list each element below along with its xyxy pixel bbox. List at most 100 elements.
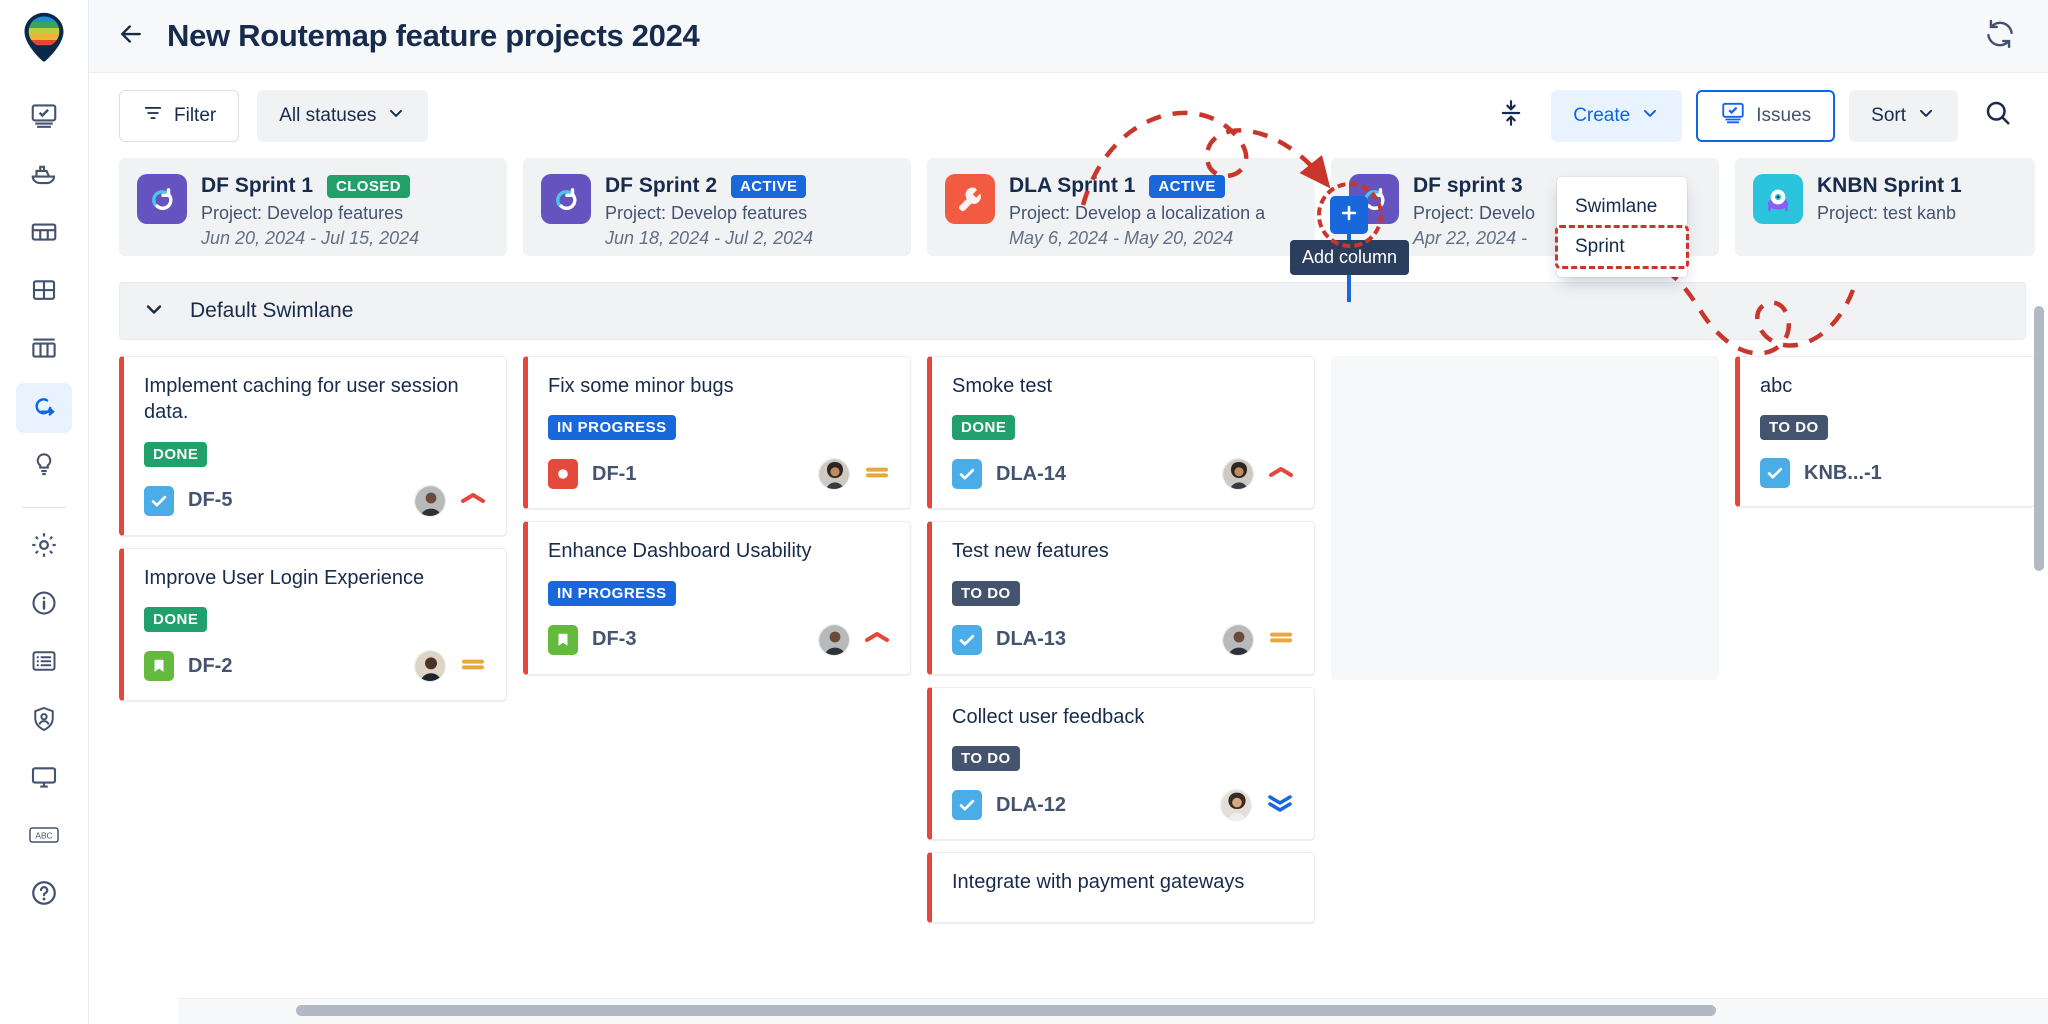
issue-card[interactable]: Test new features TO DO DLA-13 bbox=[927, 521, 1315, 674]
issue-card[interactable]: Implement caching for user session data.… bbox=[119, 356, 507, 536]
create-button[interactable]: Create bbox=[1551, 90, 1682, 142]
issue-meta bbox=[818, 458, 890, 490]
issue-card[interactable]: Enhance Dashboard Usability IN PROGRESS … bbox=[523, 521, 911, 674]
back-button[interactable] bbox=[111, 16, 151, 56]
sprint-dates: May 6, 2024 - May 20, 2024 bbox=[1009, 228, 1301, 249]
menu-item-swimlane[interactable]: Swimlane bbox=[1557, 187, 1687, 227]
sidebar-item-display[interactable] bbox=[16, 754, 72, 804]
sprint-loop-avatar bbox=[541, 174, 591, 224]
sidebar-item-columns[interactable] bbox=[16, 325, 72, 375]
sprint-header-card[interactable]: DLA Sprint 1 ACTIVE Project: Develop a l… bbox=[927, 158, 1315, 256]
bug-icon bbox=[548, 459, 578, 489]
issue-title: Smoke test bbox=[952, 373, 1294, 399]
avatar[interactable] bbox=[1220, 789, 1252, 821]
main-region: New Routemap feature projects 2024 bbox=[89, 0, 2048, 1024]
sprint-header-body: DLA Sprint 1 ACTIVE Project: Develop a l… bbox=[1009, 174, 1301, 249]
page-header: New Routemap feature projects 2024 bbox=[89, 0, 2048, 73]
sidebar-item-grid[interactable] bbox=[16, 209, 72, 259]
sidebar-item-ideas[interactable] bbox=[16, 441, 72, 491]
board-columns: Implement caching for user session data.… bbox=[89, 340, 2048, 680]
svg-text:ABC: ABC bbox=[35, 830, 52, 840]
refresh-button[interactable] bbox=[1978, 14, 2022, 58]
issue-title: Collect user feedback bbox=[952, 704, 1294, 730]
abc-icon: ABC bbox=[28, 822, 60, 853]
avatar[interactable] bbox=[818, 624, 850, 656]
avatar[interactable] bbox=[414, 650, 446, 682]
status-filter-label: All statuses bbox=[279, 105, 376, 127]
swimlane-header[interactable]: Default Swimlane bbox=[119, 282, 2026, 340]
priority-medium-icon bbox=[864, 463, 890, 486]
sprint-header-card[interactable]: DF Sprint 1 CLOSED Project: Develop feat… bbox=[119, 158, 507, 256]
vertical-scrollbar[interactable] bbox=[2034, 306, 2044, 571]
issue-key[interactable]: DLA-12 bbox=[996, 794, 1066, 817]
issue-footer: DF-2 bbox=[144, 650, 486, 682]
filter-button[interactable]: Filter bbox=[119, 90, 239, 142]
issue-status: DONE bbox=[144, 442, 486, 467]
issue-card[interactable]: Fix some minor bugs IN PROGRESS DF-1 bbox=[523, 356, 911, 509]
story-bookmark-icon bbox=[548, 625, 578, 655]
avatar[interactable] bbox=[1222, 624, 1254, 656]
chevron-down-icon bbox=[1916, 103, 1936, 129]
left-navigation-rail: ABC bbox=[0, 0, 89, 1024]
sidebar-item-permissions[interactable] bbox=[16, 696, 72, 746]
issue-status: DONE bbox=[144, 607, 486, 632]
sprint-name: KNBN Sprint 1 bbox=[1817, 174, 1962, 198]
chevron-down-icon[interactable] bbox=[142, 297, 166, 326]
pin-logo-icon[interactable] bbox=[23, 12, 65, 67]
menu-item-sprint[interactable]: Sprint bbox=[1557, 227, 1687, 267]
sidebar-item-boat[interactable] bbox=[16, 151, 72, 201]
collapse-rows-button[interactable] bbox=[1485, 90, 1537, 142]
shield-user-icon bbox=[29, 704, 59, 739]
sidebar-item-abc[interactable]: ABC bbox=[16, 812, 72, 862]
sprint-dates: Jun 20, 2024 - Jul 15, 2024 bbox=[201, 228, 493, 249]
sidebar-item-settings[interactable] bbox=[16, 522, 72, 572]
status-badge: IN PROGRESS bbox=[548, 581, 676, 606]
issue-key[interactable]: DF-1 bbox=[592, 463, 636, 486]
issue-title: Implement caching for user session data. bbox=[144, 373, 486, 426]
sprint-project: Project: test kanb bbox=[1817, 203, 2021, 224]
sidebar-item-info[interactable] bbox=[16, 580, 72, 630]
avatar[interactable] bbox=[818, 458, 850, 490]
issue-card[interactable]: Collect user feedback TO DO DLA-12 bbox=[927, 687, 1315, 840]
sidebar-item-panels[interactable] bbox=[16, 267, 72, 317]
robot-avatar bbox=[1753, 174, 1803, 224]
sort-button[interactable]: Sort bbox=[1849, 90, 1958, 142]
status-badge: ACTIVE bbox=[731, 175, 806, 198]
filter-icon bbox=[142, 102, 164, 130]
sidebar-item-help[interactable] bbox=[16, 870, 72, 920]
filter-label: Filter bbox=[174, 105, 216, 127]
issue-card[interactable]: Smoke test DONE DLA-14 bbox=[927, 356, 1315, 509]
issue-card[interactable]: abc TO DO KNB...-1 bbox=[1735, 356, 2035, 507]
sprint-header-strip: DF Sprint 1 CLOSED Project: Develop feat… bbox=[89, 158, 2048, 260]
issue-meta bbox=[414, 485, 486, 517]
sidebar-item-list[interactable] bbox=[16, 638, 72, 688]
issue-key[interactable]: DF-3 bbox=[592, 628, 636, 651]
sprint-project: Project: Develop features bbox=[605, 203, 897, 224]
issue-key[interactable]: DF-5 bbox=[188, 489, 232, 512]
status-filter-dropdown[interactable]: All statuses bbox=[257, 90, 428, 142]
sprint-header-top: DF Sprint 1 CLOSED bbox=[201, 174, 493, 198]
issue-card[interactable]: Improve User Login Experience DONE DF-2 bbox=[119, 548, 507, 701]
search-button[interactable] bbox=[1972, 90, 2024, 142]
sprint-header-card[interactable]: DF Sprint 2 ACTIVE Project: Develop feat… bbox=[523, 158, 911, 256]
monitor-icon bbox=[29, 762, 59, 797]
sidebar-item-board[interactable] bbox=[16, 93, 72, 143]
avatar[interactable] bbox=[1222, 458, 1254, 490]
avatar[interactable] bbox=[414, 485, 446, 517]
issue-key[interactable]: KNB...-1 bbox=[1804, 462, 1882, 485]
story-bookmark-icon bbox=[144, 651, 174, 681]
status-badge: DONE bbox=[144, 442, 207, 467]
issue-title: Enhance Dashboard Usability bbox=[548, 538, 890, 564]
issue-card[interactable]: Integrate with payment gateways bbox=[927, 852, 1315, 922]
issue-key[interactable]: DF-2 bbox=[188, 655, 232, 678]
task-check-icon bbox=[1760, 458, 1790, 488]
issue-status: IN PROGRESS bbox=[548, 415, 890, 440]
sidebar-item-sprints[interactable] bbox=[16, 383, 72, 433]
issues-button[interactable]: Issues bbox=[1696, 90, 1835, 142]
horizontal-scrollbar[interactable] bbox=[296, 1005, 1716, 1016]
issue-key[interactable]: DLA-13 bbox=[996, 628, 1066, 651]
refresh-icon bbox=[1983, 17, 2017, 56]
sprint-header-card[interactable]: KNBN Sprint 1 Project: test kanb bbox=[1735, 158, 2035, 256]
boat-icon bbox=[29, 159, 59, 194]
issue-key[interactable]: DLA-14 bbox=[996, 463, 1066, 486]
